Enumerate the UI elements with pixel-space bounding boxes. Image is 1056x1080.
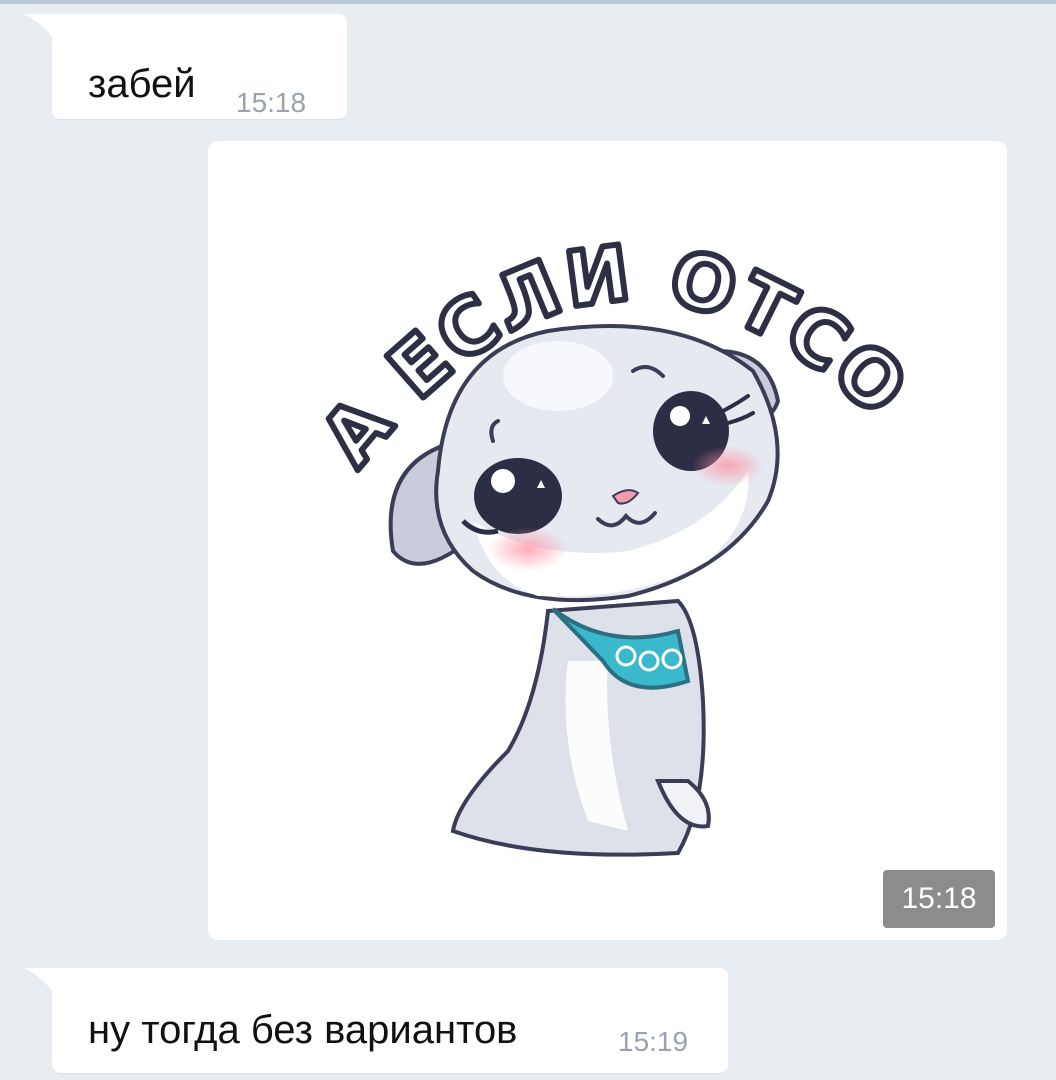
sticker-message[interactable]: А ЕСЛИ ОТСОСУ? — [208, 141, 1007, 940]
chat-top-border — [0, 0, 1056, 4]
bubble-tail — [24, 968, 64, 1012]
message-text: забей — [88, 62, 196, 106]
sticker-time-badge: 15:18 — [883, 870, 995, 928]
message-text: ну тогда без вариантов — [88, 1008, 518, 1052]
message-time: 15:19 — [618, 1026, 689, 1057]
incoming-message-bubble[interactable]: ну тогда без вариантов 15:19 — [24, 968, 728, 1073]
bubble-tail — [24, 14, 64, 58]
message-time: 15:18 — [236, 87, 307, 118]
sticker-cat-image: А ЕСЛИ ОТСОСУ? — [208, 141, 926, 857]
incoming-message-bubble[interactable]: забей 15:18 — [24, 14, 347, 119]
